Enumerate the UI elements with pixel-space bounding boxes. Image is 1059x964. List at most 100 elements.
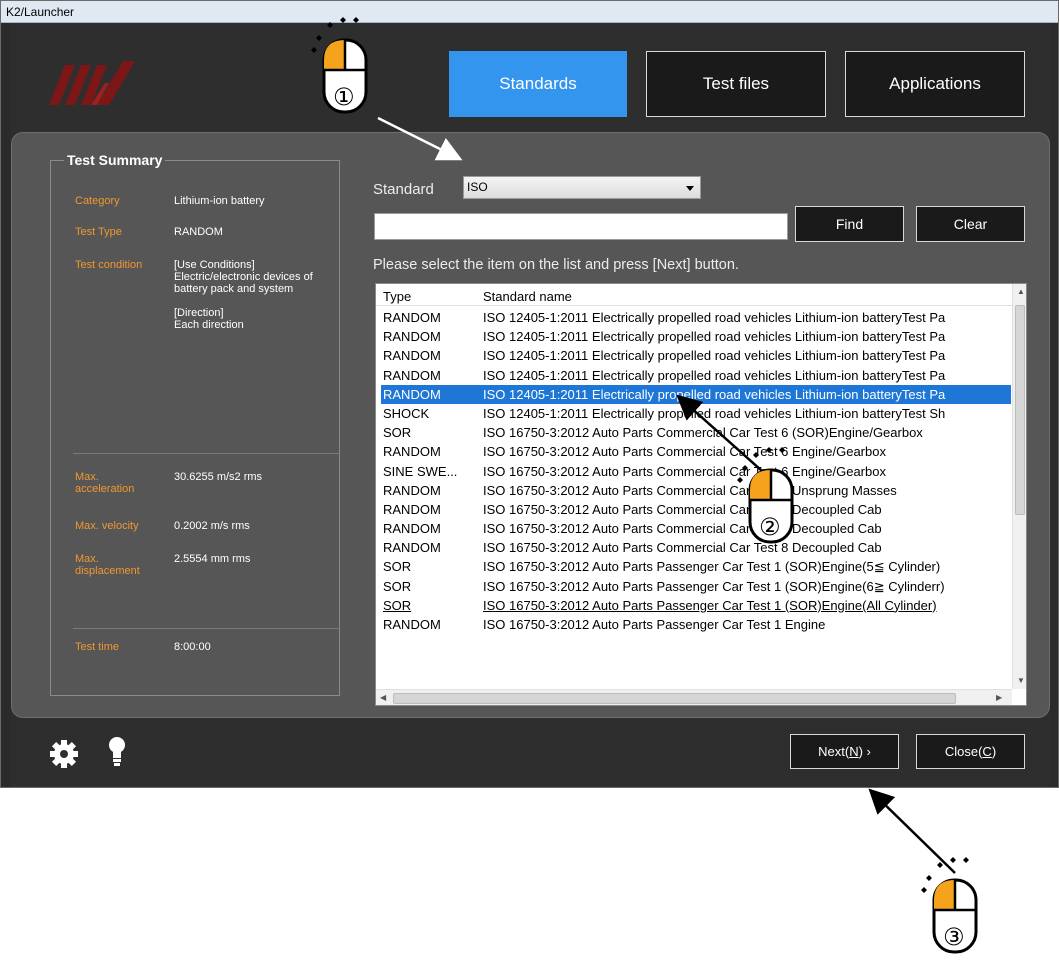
close-shortcut-key: C: [982, 744, 992, 759]
summary-value: 2.5554 mm rms: [174, 553, 251, 565]
company-logo: [49, 61, 135, 105]
row-standard-name: ISO 12405-1:2011 Electrically propelled …: [483, 367, 946, 383]
test-summary-title: Test Summary: [64, 152, 166, 168]
instruction-text: Please select the item on the list and p…: [373, 257, 739, 273]
summary-label: Max. velocity: [75, 520, 139, 532]
row-standard-name: ISO 16750-3:2012 Auto Parts Passenger Ca…: [483, 559, 941, 575]
close-label-suffix: ): [991, 744, 997, 759]
summary-value: 0.2002 m/s rms: [174, 520, 250, 532]
next-button[interactable]: Next(N) ›: [790, 734, 899, 769]
table-row[interactable]: RANDOM ISO 12405-1:2011 Electrically prop…: [381, 346, 1011, 365]
row-standard-name: ISO 16750-3:2012 Auto Parts Commercial C…: [483, 540, 882, 556]
step-3-number: ③: [943, 923, 965, 951]
row-standard-name: ISO 16750-3:2012 Auto Parts Commercial C…: [483, 482, 897, 498]
launcher-window: K2/Launcher Standards Test files Applica…: [0, 0, 1059, 788]
app-body: Standards Test files Applications Test S…: [11, 23, 1050, 787]
table-row[interactable]: SOR ISO 16750-3:2012 Auto Parts Passenger…: [381, 577, 1011, 596]
summary-value: RANDOM: [174, 226, 223, 238]
step-2-number: ②: [759, 513, 781, 541]
table-row[interactable]: RANDOM ISO 12405-1:2011 Electrically prop…: [381, 384, 1011, 404]
row-type: RANDOM: [383, 521, 441, 537]
list-header: Type Standard name: [376, 284, 1012, 306]
row-standard-name: ISO 12405-1:2011 Electrically propelled …: [483, 405, 946, 421]
row-type: RANDOM: [383, 367, 441, 383]
table-row[interactable]: SOR ISO 16750-3:2012 Auto Parts Passenger…: [381, 596, 1011, 615]
window-title: K2/Launcher: [6, 5, 75, 19]
lightbulb-icon[interactable]: [107, 735, 127, 769]
tab-applications[interactable]: Applications: [845, 51, 1025, 117]
find-button[interactable]: Find: [795, 206, 904, 242]
table-row[interactable]: RANDOM ISO 16750-3:2012 Auto Parts Commer…: [381, 500, 1011, 519]
vertical-scrollbar[interactable]: ▲ ▼: [1012, 284, 1026, 689]
next-label: Next(: [818, 744, 850, 759]
tab-standards[interactable]: Standards: [449, 51, 627, 117]
row-standard-name: ISO 12405-1:2011 Electrically propelled …: [483, 329, 946, 345]
table-row[interactable]: RANDOM ISO 16750-3:2012 Auto Parts Passen…: [381, 615, 1011, 634]
row-type: RANDOM: [383, 310, 441, 325]
summary-value: 30.6255 m/s2 rms: [174, 471, 263, 483]
summary-label: Test Type: [75, 226, 122, 238]
row-standard-name: ISO 16750-3:2012 Auto Parts Commercial C…: [483, 425, 923, 441]
test-summary-panel: Test Summary Category Lithium-ion batter…: [50, 152, 340, 696]
row-type: SOR: [383, 425, 412, 441]
table-row[interactable]: RANDOM ISO 16750-3:2012 Auto Parts Commer…: [381, 519, 1011, 538]
scroll-up-icon[interactable]: ▲: [1017, 287, 1025, 296]
summary-label: Max. acceleration: [75, 471, 135, 495]
row-type: RANDOM: [383, 540, 441, 556]
vertical-scroll-thumb[interactable]: [1015, 305, 1025, 515]
table-row[interactable]: SHOCK ISO 12405-1:2011 Electrically prope…: [381, 404, 1011, 423]
close-label: Close(: [944, 744, 983, 759]
table-row[interactable]: RANDOM ISO 12405-1:2011 Electrically prop…: [381, 308, 1011, 327]
summary-value: Lithium-ion battery: [174, 195, 265, 207]
summary-divider: [73, 453, 339, 454]
row-standard-name: ISO 12405-1:2011 Electrically propelled …: [483, 348, 946, 364]
standard-select[interactable]: ISO: [463, 176, 701, 199]
table-row[interactable]: RANDOM ISO 12405-1:2011 Electrically prop…: [381, 366, 1011, 385]
row-type: SHOCK: [383, 405, 430, 421]
table-row[interactable]: SOR ISO 16750-3:2012 Auto Parts Commercia…: [381, 423, 1011, 442]
column-header-standard-name[interactable]: Standard name: [483, 289, 572, 304]
table-row[interactable]: RANDOM ISO 12405-1:2011 Electrically prop…: [381, 327, 1011, 346]
row-type: RANDOM: [383, 617, 441, 632]
chevron-down-icon: [686, 186, 694, 191]
column-header-type[interactable]: Type: [383, 289, 411, 304]
row-type: RANDOM: [383, 444, 441, 460]
row-standard-name: ISO 16750-3:2012 Auto Parts Passenger Ca…: [483, 617, 826, 632]
row-standard-name: ISO 12405-1:2011 Electrically propelled …: [483, 386, 946, 402]
summary-label: Category: [75, 195, 120, 207]
table-row[interactable]: RANDOM ISO 16750-3:2012 Auto Parts Commer…: [381, 538, 1011, 557]
row-standard-name: ISO 16750-3:2012 Auto Parts Commercial C…: [483, 501, 882, 517]
row-type: SINE SWE...: [383, 463, 458, 479]
tab-test-files[interactable]: Test files: [646, 51, 826, 117]
table-row[interactable]: RANDOM ISO 16750-3:2012 Auto Parts Commer…: [381, 481, 1011, 500]
scroll-left-icon[interactable]: ◀: [380, 693, 386, 702]
next-label-suffix: ) ›: [858, 744, 871, 759]
horizontal-scroll-thumb[interactable]: [393, 693, 956, 704]
summary-divider: [73, 628, 339, 629]
close-button[interactable]: Close(C): [916, 734, 1025, 769]
row-type: RANDOM: [383, 386, 441, 402]
title-bar: K2/Launcher: [1, 1, 1058, 23]
gear-icon[interactable]: [49, 739, 79, 769]
row-standard-name: ISO 16750-3:2012 Auto Parts Passenger Ca…: [483, 597, 937, 613]
standard-label: Standard: [373, 181, 434, 198]
summary-value: [Use Conditions] Electric/electronic dev…: [174, 259, 313, 331]
horizontal-scrollbar[interactable]: ◀ ▶: [376, 689, 1012, 705]
scroll-right-icon[interactable]: ▶: [996, 693, 1002, 702]
search-input[interactable]: [374, 213, 788, 240]
row-standard-name: ISO 16750-3:2012 Auto Parts Passenger Ca…: [483, 578, 945, 594]
row-type: RANDOM: [383, 329, 441, 345]
clear-button[interactable]: Clear: [916, 206, 1025, 242]
table-row[interactable]: SOR ISO 16750-3:2012 Auto Parts Passenger…: [381, 557, 1011, 576]
row-type: RANDOM: [383, 501, 441, 517]
standards-list[interactable]: Type Standard name RANDOM ISO 12405-1:201…: [375, 283, 1027, 706]
summary-value: 8:00:00: [174, 641, 211, 653]
summary-label: Test time: [75, 641, 120, 653]
scroll-down-icon[interactable]: ▼: [1017, 676, 1025, 685]
table-row[interactable]: SINE SWE... ISO 16750-3:2012 Auto Parts C…: [381, 462, 1011, 481]
row-type: RANDOM: [383, 482, 441, 498]
table-row[interactable]: RANDOM ISO 16750-3:2012 Auto Parts Commer…: [381, 442, 1011, 461]
row-type: SOR: [383, 559, 412, 575]
row-standard-name: ISO 16750-3:2012 Auto Parts Commercial C…: [483, 463, 886, 479]
summary-label: Test condition: [75, 259, 143, 271]
